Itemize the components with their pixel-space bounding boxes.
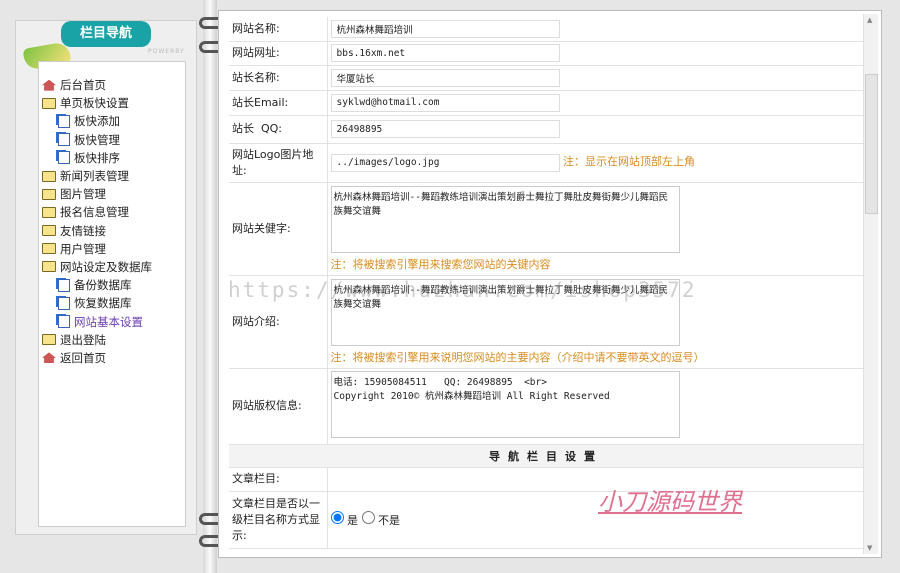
sidebar-item-label: 友情链接	[60, 223, 106, 238]
page-icon	[58, 296, 70, 310]
sidebar-item[interactable]: 友情链接	[42, 222, 152, 240]
folder-icon	[42, 206, 56, 218]
folder-icon	[42, 225, 56, 237]
keywords-label: 网站关健字:	[229, 182, 328, 276]
page-icon	[58, 151, 70, 165]
sidebar-item[interactable]: 返回首页	[42, 349, 152, 367]
admin-name-label: 站长名称:	[229, 65, 328, 91]
admin-qq-label: 站长 QQ:	[229, 115, 328, 144]
site-name-label: 网站名称:	[229, 17, 328, 42]
sidebar-subtitle: POWERBY	[148, 48, 185, 55]
sidebar-item[interactable]: 网站基本设置	[42, 312, 152, 330]
keywords-note: 注：将被搜索引擎用来搜索您网站的关键内容	[330, 257, 551, 271]
sidebar-item-label: 网站基本设置	[74, 314, 143, 329]
scroll-down-icon[interactable]: ▼	[867, 544, 872, 552]
sidebar-item-label: 板快添加	[74, 114, 120, 129]
scrollbar[interactable]: ▲ ▼	[863, 14, 878, 554]
copyright-textarea[interactable]: 电话: 15905084511 QQ: 26498895 <br> Copyri…	[330, 371, 680, 438]
signature: 小刀源码世界	[598, 488, 742, 516]
copyright-label: 网站版权信息:	[229, 368, 328, 445]
sidebar-item[interactable]: 备份数据库	[42, 276, 152, 294]
radio-yes-input[interactable]	[330, 511, 344, 524]
nav-section-header: 导航栏目设置	[229, 444, 863, 468]
sidebar-item-label: 后台首页	[60, 78, 106, 93]
folder-open-icon	[42, 97, 56, 109]
sidebar-item-label: 用户管理	[60, 241, 106, 256]
sidebar-item-label: 恢复数据库	[74, 296, 132, 311]
radio-no-input[interactable]	[361, 511, 375, 524]
first-level-label: 文章栏目是否以一级栏目名称方式显示:	[229, 491, 328, 549]
folder-icon	[42, 243, 56, 255]
sidebar-item[interactable]: 单页板快设置	[42, 94, 152, 112]
sidebar-panel: 栏目导航 POWERBY 后台首页单页板快设置 板快添加板快管理板快排序新闻列表管…	[15, 20, 197, 535]
sidebar-item[interactable]: 用户管理	[42, 240, 152, 258]
sidebar-item[interactable]: 后台首页	[42, 76, 152, 94]
sidebar-title: 栏目导航	[61, 21, 151, 47]
sidebar-item[interactable]: 报名信息管理	[42, 203, 152, 221]
sidebar-item[interactable]: 退出登陆	[42, 331, 152, 349]
logo-label: 网站Logo图片地址:	[229, 143, 328, 183]
folder-icon	[42, 170, 56, 182]
page-icon	[58, 133, 70, 147]
sidebar-item[interactable]: 图片管理	[42, 185, 152, 203]
radio-yes[interactable]: 是	[330, 511, 358, 527]
admin-email-label: 站长Email:	[229, 90, 328, 116]
page-icon	[58, 315, 70, 329]
sidebar-item-label: 板快排序	[74, 150, 120, 165]
sidebar-item-label: 退出登陆	[60, 332, 106, 347]
sidebar-item-label: 单页板快设置	[60, 96, 129, 111]
sidebar-item[interactable]: 新闻列表管理	[42, 167, 152, 185]
page-icon	[58, 114, 70, 128]
sidebar-item-label: 图片管理	[60, 187, 106, 202]
sidebar-item-label: 新闻列表管理	[60, 169, 129, 184]
sidebar-item-label: 备份数据库	[74, 278, 132, 293]
sidebar-item[interactable]: 板快管理	[42, 131, 152, 149]
sidebar-item[interactable]: 网站设定及数据库	[42, 258, 152, 276]
intro-note: 注：将被搜索引擎用来说明您网站的主要内容（介绍中请不要带英文的逗号）	[330, 350, 705, 364]
radio-yes-label: 是	[347, 514, 358, 527]
folder-icon	[42, 334, 56, 346]
site-url-label: 网站网址:	[229, 41, 328, 66]
sidebar-item-label: 网站设定及数据库	[60, 259, 152, 274]
keywords-textarea[interactable]: 杭州森林舞蹈培训--舞蹈教练培训演出策划爵士舞拉丁舞肚皮舞街舞少儿舞蹈民族舞交谊…	[330, 185, 680, 253]
sidebar-item[interactable]: 板快添加	[42, 112, 152, 130]
logo-note: 注：显示在网站顶部左上角	[563, 155, 695, 169]
page-icon	[58, 278, 70, 292]
scroll-thumb[interactable]	[865, 74, 878, 214]
sidebar-nav: 后台首页单页板快设置 板快添加板快管理板快排序新闻列表管理 图片管理报名信息管理 友情…	[38, 61, 186, 527]
sidebar-item-label: 板快管理	[74, 132, 120, 147]
article-column-label: 文章栏目:	[229, 467, 328, 492]
folder-open-icon	[42, 261, 56, 273]
logo-input[interactable]	[330, 153, 560, 172]
scroll-up-icon[interactable]: ▲	[867, 16, 872, 24]
radio-no[interactable]: 不是	[361, 511, 400, 527]
sidebar-item[interactable]: 恢复数据库	[42, 294, 152, 312]
site-url-input[interactable]	[330, 44, 560, 62]
radio-no-label: 不是	[378, 514, 400, 527]
admin-qq-input[interactable]	[330, 120, 560, 138]
site-name-input[interactable]	[330, 19, 560, 38]
home-icon	[42, 352, 56, 364]
home-icon	[42, 79, 56, 91]
watermark: https://www.huzhan.com/ishop3572	[228, 278, 697, 302]
binder-divider	[203, 0, 217, 573]
folder-icon	[42, 188, 56, 200]
sidebar-item[interactable]: 板快排序	[42, 149, 152, 167]
sidebar-item-label: 返回首页	[60, 350, 106, 365]
sidebar-item-label: 报名信息管理	[60, 205, 129, 220]
admin-name-input[interactable]	[330, 68, 560, 87]
admin-email-input[interactable]	[330, 93, 560, 112]
